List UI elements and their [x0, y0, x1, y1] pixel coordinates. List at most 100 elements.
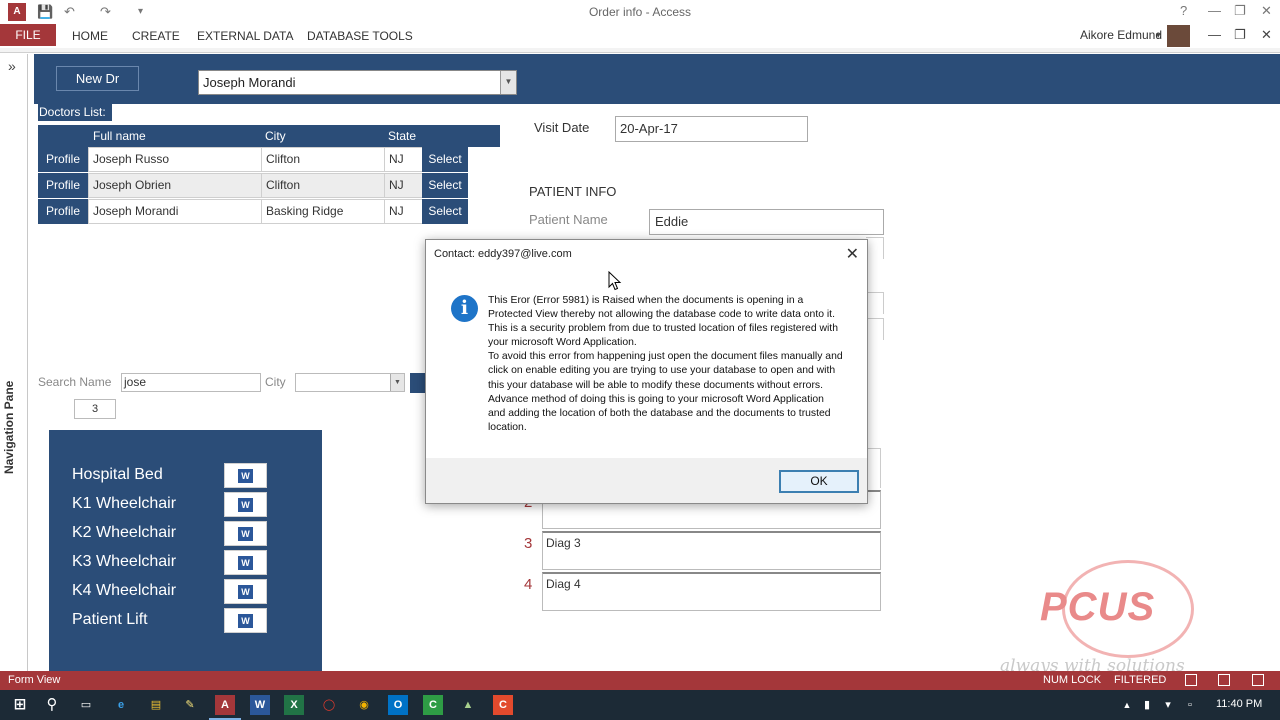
column-header-city: City [265, 129, 286, 143]
tab-home[interactable]: HOME [72, 29, 108, 43]
word-document-button[interactable]: W [224, 492, 267, 517]
watermark-logo: PCUS always with solutions [1000, 560, 1230, 685]
navigation-pane[interactable]: » Navigation Pane [0, 54, 28, 671]
search-icon[interactable]: ⚲ [42, 695, 62, 715]
doctor-name[interactable]: Joseph Obrien [88, 173, 262, 198]
outlook-taskbar-icon[interactable]: O [388, 695, 408, 715]
diagnosis-field[interactable]: Diag 3 [542, 531, 881, 570]
help-icon[interactable]: ? [1180, 3, 1187, 18]
chevron-down-icon[interactable]: ▼ [390, 374, 404, 391]
close-icon[interactable]: ✕ [1261, 3, 1272, 19]
profile-button[interactable]: Profile [38, 173, 88, 198]
visit-date-label: Visit Date [534, 120, 590, 135]
window-title: Order info - Access [588, 5, 692, 19]
message-dialog: Contact: eddy397@live.com ✕ i This Eror … [425, 239, 868, 504]
select-button[interactable]: Select [422, 173, 468, 198]
equipment-label-k4-wheelchair: K4 Wheelchair [72, 582, 177, 599]
city-filter-combo[interactable]: ▼ [295, 373, 405, 392]
access-taskbar-icon[interactable]: A [209, 695, 241, 720]
action-center-icon[interactable]: ▫ [1180, 695, 1200, 715]
profile-button[interactable]: Profile [38, 199, 88, 224]
taskbar-clock[interactable]: 11:40 PM [1216, 698, 1262, 710]
diagnosis-number: 4 [524, 576, 533, 593]
word-icon: W [238, 585, 253, 599]
ribbon-restore-icon[interactable]: ❐ [1234, 27, 1246, 43]
diagnosis-field[interactable]: Diag 4 [542, 572, 881, 611]
dialog-close-icon[interactable]: ✕ [846, 244, 859, 264]
doctor-combo-value: Joseph Morandi [203, 75, 296, 90]
design-view-icon[interactable] [1252, 674, 1264, 686]
user-menu-chevron-icon[interactable]: ▾ [1156, 30, 1161, 41]
datasheet-view-icon[interactable] [1218, 674, 1230, 686]
patient-field-edge[interactable] [866, 318, 884, 340]
tab-external-data[interactable]: EXTERNAL DATA [197, 29, 293, 43]
opera-icon[interactable]: ◯ [319, 695, 339, 715]
table-row: Profile Joseph Morandi Basking Ridge NJ … [38, 199, 500, 225]
visit-date-field[interactable]: 20-Apr-17 [615, 116, 808, 142]
patient-field-edge[interactable] [866, 292, 884, 314]
tab-file[interactable]: FILE [0, 24, 56, 46]
doctor-name[interactable]: Joseph Morandi [88, 199, 262, 224]
word-document-button[interactable]: W [224, 463, 267, 488]
doctor-city[interactable]: Clifton [261, 147, 385, 172]
windows-start-icon[interactable]: ⊞ [10, 695, 30, 715]
taskbar: ⊞ ⚲ ▭ e ▤ ✎ A W X ◯ ◉ O C ▲ C ▲ ▮ ▾ ▫ 11… [0, 690, 1280, 720]
battery-icon[interactable]: ▮ [1137, 695, 1157, 715]
doctors-grid-header: Full name City State [38, 125, 500, 147]
word-document-button[interactable]: W [224, 550, 267, 575]
doctor-state[interactable]: NJ [384, 173, 423, 198]
user-name[interactable]: Aikore Edmund [1080, 28, 1162, 42]
camtasia-icon[interactable]: C [423, 695, 443, 715]
doctor-name[interactable]: Joseph Russo [88, 147, 262, 172]
table-row: Profile Joseph Russo Clifton NJ Select [38, 147, 500, 173]
chevron-down-icon[interactable]: ▼ [500, 71, 516, 94]
edge-browser-icon[interactable]: e [111, 695, 131, 715]
ribbon-close-icon[interactable]: ✕ [1261, 27, 1272, 43]
avatar[interactable] [1167, 25, 1190, 47]
column-header-state: State [388, 129, 417, 143]
patient-field-edge[interactable] [866, 237, 884, 259]
equipment-label-hospital-bed: Hospital Bed [72, 466, 163, 483]
new-doctor-button[interactable]: New Dr [56, 66, 139, 91]
recorder-app-icon[interactable]: C [493, 695, 513, 715]
word-document-button[interactable]: W [224, 608, 267, 633]
tab-create[interactable]: CREATE [132, 29, 180, 43]
diagnosis-field-edge[interactable] [866, 448, 881, 488]
minimize-icon[interactable]: — [1208, 3, 1221, 18]
file-explorer-icon[interactable]: ▤ [146, 695, 166, 715]
select-button[interactable]: Select [422, 199, 468, 224]
filtered-indicator: FILTERED [1114, 674, 1167, 686]
chrome-icon[interactable]: ◉ [354, 695, 374, 715]
select-button[interactable]: Select [422, 147, 468, 172]
doctor-state[interactable]: NJ [384, 147, 423, 172]
show-hidden-icons-chevron-icon[interactable]: ▲ [1117, 695, 1137, 715]
num-lock-indicator: NUM LOCK [1043, 674, 1102, 686]
search-name-input[interactable]: jose [121, 373, 261, 392]
patient-name-field[interactable]: Eddie [649, 209, 884, 235]
word-taskbar-icon[interactable]: W [250, 695, 270, 715]
excel-taskbar-icon[interactable]: X [284, 695, 304, 715]
form-view-icon[interactable] [1185, 674, 1197, 686]
tab-database-tools[interactable]: DATABASE TOOLS [307, 29, 413, 43]
profile-button[interactable]: Profile [38, 147, 88, 172]
diagnosis-number: 3 [524, 535, 533, 552]
doctor-city[interactable]: Basking Ridge [261, 199, 385, 224]
doctor-combo[interactable]: Joseph Morandi ▼ [198, 70, 517, 95]
restore-icon[interactable]: ❐ [1234, 3, 1246, 19]
network-app-icon[interactable]: ▲ [458, 695, 478, 715]
network-icon[interactable]: ▾ [1158, 695, 1178, 715]
task-view-icon[interactable]: ▭ [76, 695, 96, 715]
notepad-icon[interactable]: ✎ [180, 695, 200, 715]
word-document-button[interactable]: W [224, 579, 267, 604]
doctor-state[interactable]: NJ [384, 199, 423, 224]
status-bar: Form View NUM LOCK FILTERED [0, 671, 1280, 690]
ok-button[interactable]: OK [779, 470, 859, 493]
ribbon-minimize-icon[interactable]: — [1208, 27, 1221, 42]
expand-pane-icon[interactable]: » [8, 58, 16, 74]
patient-info-heading: PATIENT INFO [529, 184, 617, 199]
word-icon: W [238, 614, 253, 628]
word-document-button[interactable]: W [224, 521, 267, 546]
dialog-message: This Eror (Error 5981) is Raised when th… [488, 295, 843, 433]
navigation-pane-label[interactable]: Navigation Pane [2, 381, 16, 474]
doctor-city[interactable]: Clifton [261, 173, 385, 198]
